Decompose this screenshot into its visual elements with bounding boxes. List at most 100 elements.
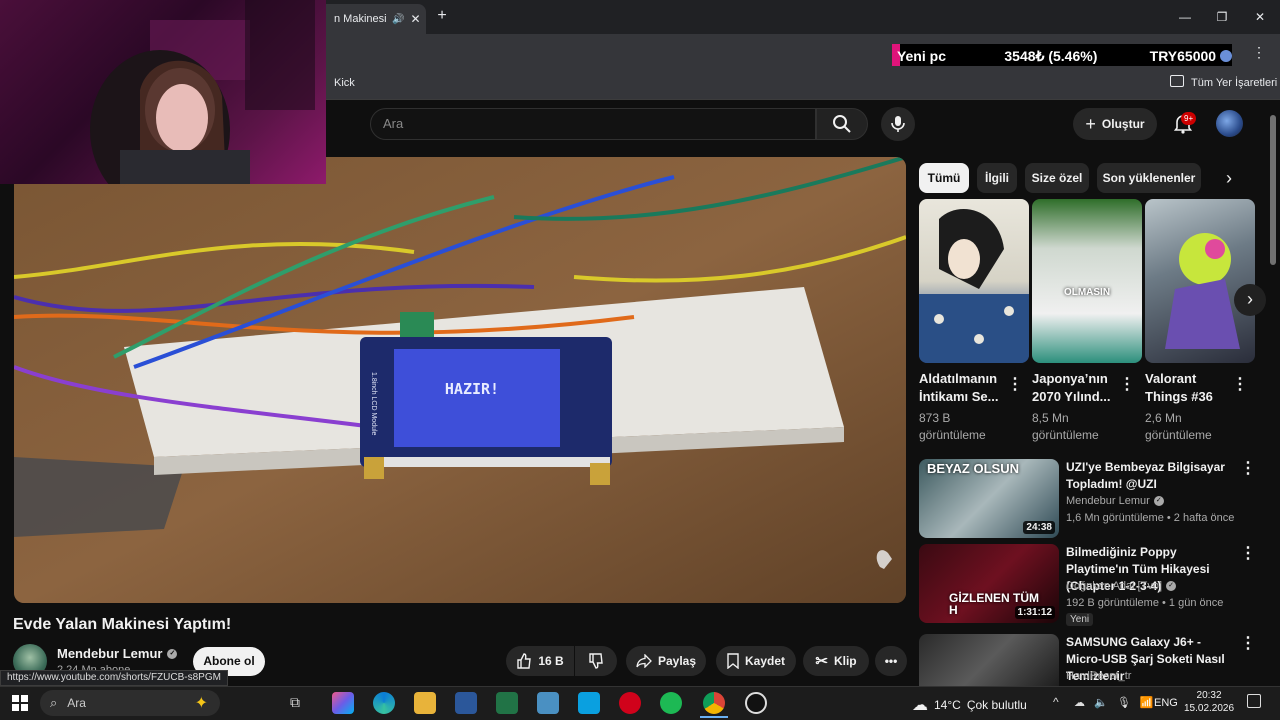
video-meta: 192 B görüntüleme • 1 gün önce	[1066, 597, 1224, 609]
short-thumbnail[interactable]: OLMASIN	[1032, 199, 1142, 363]
minimize-button[interactable]: —	[1170, 6, 1200, 28]
short-title[interactable]: Valorant Things #36	[1145, 370, 1235, 406]
voice-search-button[interactable]	[881, 107, 915, 141]
speaker-icon[interactable]: 🔊	[392, 14, 404, 25]
lcd-screen-text: HAZIR!	[445, 380, 499, 398]
clip-label: Klip	[833, 654, 857, 668]
short-menu-icon[interactable]: ⋮	[1232, 376, 1248, 394]
maximize-button[interactable]: ❐	[1207, 6, 1237, 28]
chip-all[interactable]: Tümü	[919, 163, 969, 193]
share-button[interactable]: Paylaş	[626, 646, 706, 676]
video-menu-icon[interactable]: ⋮	[1240, 545, 1256, 563]
windows-start-icon[interactable]	[12, 695, 28, 711]
account-avatar[interactable]	[1216, 110, 1243, 137]
create-button[interactable]: + Oluştur	[1073, 108, 1157, 140]
video-duration: 1:31:12	[1014, 606, 1055, 619]
notification-center-icon[interactable]	[1247, 694, 1261, 708]
all-bookmarks[interactable]: Tüm Yer İşaretleri	[1191, 77, 1277, 89]
onedrive-icon[interactable]: ☁	[1074, 697, 1085, 709]
video-menu-icon[interactable]: ⋮	[1240, 635, 1256, 653]
chip-recent[interactable]: Son yüklenenler	[1097, 163, 1201, 193]
video-title[interactable]: UZI'ye Bembeyaz Bilgisayar Topladım! @UZ…	[1066, 459, 1238, 493]
wifi-icon[interactable]: 📶	[1140, 697, 1154, 709]
ticker-amount: 3548₺ (5.46%)	[1004, 47, 1098, 64]
like-button[interactable]: 16 B	[506, 646, 574, 676]
volume-icon[interactable]: 🔈	[1094, 697, 1108, 709]
active-app-indicator	[700, 716, 728, 718]
short-thumbnail[interactable]	[919, 199, 1029, 363]
channel-name[interactable]: Mendebur Lemur ✓	[57, 646, 178, 661]
bookmark-kick[interactable]: Kick	[334, 77, 355, 89]
video-channel[interactable]: Mendebur Lemur ✓	[1066, 495, 1164, 507]
new-badge: Yeni	[1066, 613, 1094, 626]
new-tab-button[interactable]: +	[432, 6, 452, 26]
short-menu-icon[interactable]: ⋮	[1007, 376, 1023, 394]
page-scrollbar[interactable]	[1270, 115, 1276, 265]
more-actions-button[interactable]: •••	[875, 646, 907, 676]
task-view-icon[interactable]: ⧉	[290, 694, 300, 711]
dislike-button[interactable]	[575, 646, 617, 676]
chip-related[interactable]: İlgili	[977, 163, 1017, 193]
tray-icons[interactable]: ☁ 🔈 🎙 📶	[1074, 696, 1154, 709]
short-art	[919, 209, 1029, 363]
search-button[interactable]	[816, 108, 868, 140]
search-input[interactable]: Ara	[370, 108, 816, 140]
calculator-icon[interactable]	[537, 692, 559, 714]
system-clock[interactable]: 20:32 15.02.2026	[1184, 689, 1234, 715]
browser-menu-icon[interactable]: ⋮	[1252, 44, 1266, 61]
file-explorer-icon[interactable]	[414, 692, 436, 714]
copilot-icon[interactable]	[332, 692, 354, 714]
opera-icon[interactable]	[619, 692, 641, 714]
obs-icon[interactable]	[745, 692, 767, 714]
taskbar-search[interactable]: ⌕ Ara ✦	[40, 690, 220, 716]
copilot-sparkle-icon: ✦	[194, 695, 208, 712]
video-meta: 1,6 Mn görüntüleme • 2 hafta önce	[1066, 512, 1235, 524]
video-channel[interactable]: HardReset_tr	[1066, 670, 1131, 682]
video-thumbnail[interactable]: BEYAZ OLSUN 24:38	[919, 459, 1059, 538]
short-thumbnail[interactable]	[1145, 199, 1255, 363]
language-indicator[interactable]: ENG	[1154, 697, 1178, 709]
shorts-next-button[interactable]: ›	[1234, 284, 1266, 316]
short-title[interactable]: Japonya’nın 2070 Yılınd...	[1032, 370, 1122, 406]
mic-tray-icon[interactable]: 🎙	[1117, 697, 1131, 709]
chrome-icon[interactable]	[703, 692, 725, 714]
video-frame: 1.8inch LCD Module HAZIR!	[14, 157, 906, 603]
verified-icon: ✓	[1153, 496, 1164, 506]
clock-date: 15.02.2026	[1184, 703, 1235, 714]
microphone-icon	[891, 116, 905, 132]
clip-button[interactable]: ✂ Klip	[803, 646, 869, 676]
chip-for-you[interactable]: Size özel	[1025, 163, 1089, 193]
spotify-icon[interactable]	[660, 692, 682, 714]
video-channel[interactable]: Doğukan Adal [Tvo] ✓	[1066, 580, 1177, 592]
verified-icon: ✓	[167, 648, 178, 659]
video-player[interactable]: 1.8inch LCD Module HAZIR!	[14, 157, 906, 603]
short-menu-icon[interactable]: ⋮	[1119, 376, 1135, 394]
short-overlay-text: OLMASIN	[1063, 287, 1111, 298]
save-label: Kaydet	[744, 654, 785, 668]
video-menu-icon[interactable]: ⋮	[1240, 460, 1256, 478]
weather-desc: Çok bulutlu	[966, 698, 1027, 712]
video-thumbnail[interactable]: GİZLENEN TÜM H 1:31:12	[919, 544, 1059, 623]
video-title: Evde Yalan Makinesi Yaptım!	[13, 616, 232, 633]
tray-expand-icon[interactable]: ^	[1053, 695, 1059, 709]
lcd-module-label: 1.8inch LCD Module	[370, 372, 377, 436]
close-window-button[interactable]: ✕	[1245, 6, 1275, 28]
more-icon: •••	[884, 654, 898, 668]
edge-icon[interactable]	[373, 692, 395, 714]
weather-widget[interactable]: ☁ 14°C Çok bulutlu	[912, 695, 1027, 715]
browser-tab[interactable]: n Makinesi Y 🔊 ✕	[318, 4, 426, 34]
tab-close-icon[interactable]: ✕	[410, 12, 420, 26]
chips-next-icon[interactable]: ›	[1226, 168, 1232, 189]
short-title[interactable]: Aldatılmanın İntikamı Se...	[919, 370, 1009, 406]
excel-icon[interactable]	[496, 692, 518, 714]
tab-title: n Makinesi Y	[334, 13, 386, 25]
status-bar-url: https://www.youtube.com/shorts/FZUCB-s8P…	[0, 670, 228, 686]
clock-time: 20:32	[1196, 690, 1222, 701]
store-icon[interactable]	[578, 692, 600, 714]
save-button[interactable]: Kaydet	[716, 646, 796, 676]
ticker-target: TRY65000	[1149, 48, 1217, 64]
word-icon[interactable]	[455, 692, 477, 714]
thumbs-down-icon	[589, 653, 603, 669]
webcam-frame	[90, 0, 315, 184]
video-thumbnail[interactable]	[919, 634, 1059, 686]
